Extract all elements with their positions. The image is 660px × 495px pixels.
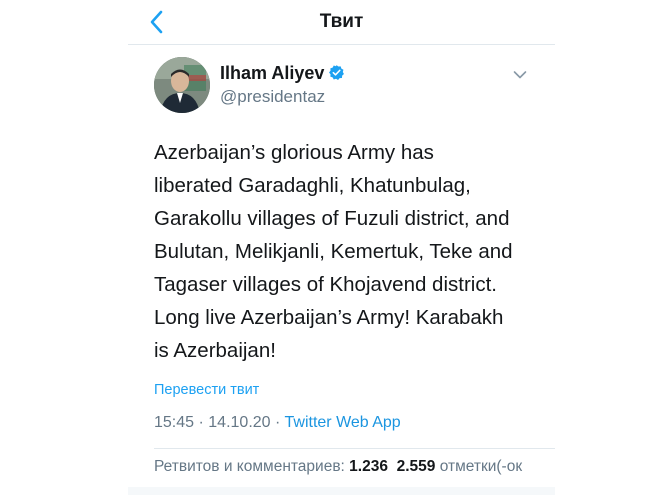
likes-label: отметки(-ок xyxy=(439,458,523,475)
tweet-text-line: liberated Garadaghli, Khatunbulag, xyxy=(154,174,471,197)
tweet-meta: 15:45 · 14.10.20 · Twitter Web App xyxy=(154,414,401,432)
chevron-down-icon xyxy=(513,71,527,79)
retweets-label: Ретвитов и комментариев: xyxy=(154,458,345,475)
tweet-text-line: Azerbaijan’s glorious Army has xyxy=(154,141,434,164)
retweets-count[interactable]: 1.236 xyxy=(349,458,388,475)
translate-tweet-link[interactable]: Перевести твит xyxy=(154,382,259,398)
author-handle[interactable]: @presidentaz xyxy=(220,87,325,107)
meta-separator: · xyxy=(198,414,204,431)
bottom-strip xyxy=(128,487,555,495)
tweet-stats: Ретвитов и комментариев: 1.236 2.559 отм… xyxy=(154,458,555,476)
tweet-text-line: Bulutan, Melikjanli, Kemertuk, Teke and xyxy=(154,240,513,263)
page-title: Твит xyxy=(319,11,364,32)
tweet-text: Azerbaijan’s glorious Army has liberated… xyxy=(154,136,554,367)
nav-bar: Твит xyxy=(128,0,555,45)
divider xyxy=(154,448,555,449)
tweet-menu-button[interactable] xyxy=(513,67,527,79)
tweet-text-line: is Azerbaijan! xyxy=(154,339,276,362)
likes-count[interactable]: 2.559 xyxy=(397,458,436,475)
tweet-time: 15:45 xyxy=(154,414,195,431)
screen: Твит Ilham Aliyev @presidentaz Azerbaija… xyxy=(0,0,660,495)
right-margin xyxy=(555,0,660,495)
tweet-source-link[interactable]: Twitter Web App xyxy=(285,414,401,431)
avatar-image xyxy=(154,57,210,113)
tweet-text-line: Tagaser villages of Khojavend district. xyxy=(154,273,497,296)
tweet-date: 14.10.20 xyxy=(208,414,271,431)
left-margin xyxy=(0,0,128,495)
avatar[interactable] xyxy=(154,57,210,113)
meta-separator: · xyxy=(275,414,281,431)
tweet-text-line: Long live Azerbaijan’s Army! Karabakh xyxy=(154,306,504,329)
author-name-text: Ilham Aliyev xyxy=(220,63,325,83)
author-name[interactable]: Ilham Aliyev xyxy=(220,63,345,84)
tweet-text-line: Garakollu villages of Fuzuli district, a… xyxy=(154,207,510,230)
verified-badge-icon xyxy=(329,65,345,80)
tweet-detail: Ilham Aliyev @presidentaz Azerbaijan’s g… xyxy=(128,45,555,495)
